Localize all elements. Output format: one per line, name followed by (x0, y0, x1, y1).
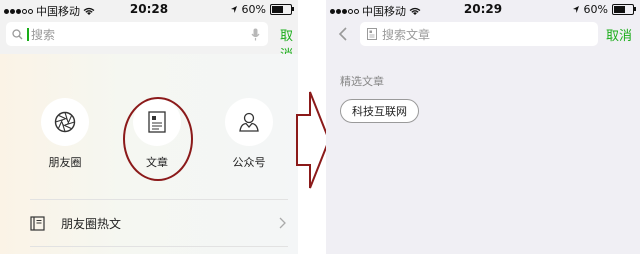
highlight-circle (123, 97, 193, 181)
category-moments[interactable]: 朋友圈 (30, 98, 100, 170)
list-item-label: 朋友圈热文 (61, 216, 122, 231)
right-screen: 中国移动 20:29 60% 搜索文章 取消 精选文章 科技互联网 (326, 0, 640, 254)
tag-tech-internet[interactable]: 科技互联网 (340, 99, 419, 123)
category-label: 朋友圈 (48, 156, 82, 169)
transition-arrow-icon (296, 91, 330, 189)
person-icon (239, 112, 259, 132)
text-cursor (27, 27, 29, 41)
microphone-icon[interactable] (251, 28, 260, 41)
location-icon (572, 6, 579, 13)
battery-percent: 60% (583, 3, 608, 16)
article-icon (367, 28, 377, 40)
search-bar[interactable]: 搜索文章 (360, 22, 598, 46)
status-bar: 中国移动 20:28 60% (0, 0, 298, 18)
battery-icon (612, 4, 636, 15)
category-official-accounts[interactable]: 公众号 (214, 98, 284, 170)
search-icon (12, 28, 23, 39)
aperture-icon (54, 111, 76, 133)
divider (30, 246, 288, 247)
cancel-button[interactable]: 取消 (606, 25, 632, 44)
location-icon (230, 6, 237, 13)
back-chevron-icon[interactable] (338, 27, 347, 41)
divider (30, 199, 288, 200)
battery-icon (270, 4, 294, 15)
list-item-moments-hot-articles[interactable]: 朋友圈热文 (30, 212, 288, 234)
book-icon (30, 215, 45, 231)
section-label: 精选文章 (340, 75, 384, 88)
search-bar[interactable]: 搜索 (6, 22, 268, 46)
chevron-right-icon (279, 217, 286, 229)
category-label: 公众号 (232, 156, 266, 169)
search-input[interactable]: 搜索文章 (382, 26, 430, 43)
status-bar: 中国移动 20:29 60% (326, 0, 640, 18)
left-screen: 中国移动 20:28 60% 搜索 取消 朋友圈 文章 公众号 (0, 0, 298, 254)
battery-percent: 60% (241, 3, 266, 16)
search-input[interactable]: 搜索 (31, 26, 55, 43)
